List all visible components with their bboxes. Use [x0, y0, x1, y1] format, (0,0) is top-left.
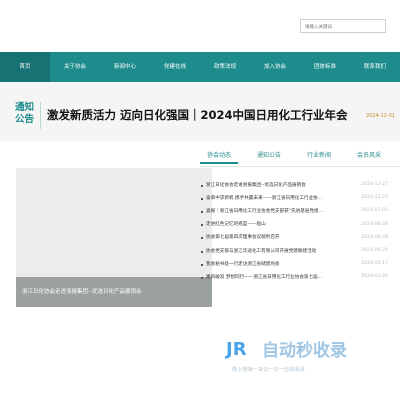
search-input[interactable] — [300, 19, 386, 33]
news-date: 2024-12-23 — [361, 195, 388, 201]
watermark-logo-icon: JR — [226, 339, 247, 360]
news-title[interactable]: 我会秘书处一行走访浙江省储建商会 — [200, 261, 360, 267]
notice-badge-line1: 通知 — [14, 102, 34, 113]
news-date: 2024-06-28 — [361, 234, 388, 240]
tab-association-news[interactable]: 协会动态 — [200, 150, 238, 164]
news-date: 2024-07-01 — [361, 208, 388, 214]
news-date: 2024-05-17 — [361, 261, 388, 267]
tabs-divider — [200, 166, 400, 167]
nav-item-contact[interactable]: 联系我们 — [350, 52, 400, 82]
list-item[interactable]: 乘风破浪 梦想同行——浙江省日用化工行业协会第七届... 2024-01-20 — [200, 270, 388, 283]
news-title[interactable]: 喜报｜浙江省日用化工行业协会党支部获“先进基层党组... — [200, 208, 360, 214]
list-item[interactable]: 奋革中求新机 携手共赢未来——浙江省日用化工行业协... 2024-12-23 — [200, 191, 388, 204]
nav-item-party-building[interactable]: 党建在线 — [150, 52, 200, 82]
news-date: 2024-06-21 — [361, 248, 388, 254]
news-tabs: 协会动态 通知公告 行业新闻 会员风采 — [200, 150, 400, 164]
watermark-tagline: 做上链接一来访一次一自动收录 — [232, 367, 305, 373]
notice-date: 2024-12-01 — [365, 113, 395, 119]
list-item[interactable]: 协会第七届第四次理事会议顺利召开 2024-06-28 — [200, 231, 388, 244]
news-date: 2024-06-28 — [361, 221, 388, 227]
nav-item-standards[interactable]: 团体标准 — [300, 52, 350, 82]
main-nav: 首页 关于协会 新闻中心 党建在线 政策法规 加入协会 团体标准 联系我们 — [0, 52, 400, 82]
tab-member-showcase[interactable]: 会员风采 — [350, 150, 388, 164]
list-item[interactable]: 喜报｜浙江省日用化工行业协会党支部获“先进基层党组... 2024-07-01 — [200, 204, 388, 217]
nav-item-join[interactable]: 加入协会 — [250, 52, 300, 82]
news-list: 浙江日化协会走进浙报集团--优选日化产品展销会 2024-12-27 奋革中求新机… — [200, 178, 388, 284]
news-title[interactable]: 走进红色记忆的摇篮——船山 — [200, 221, 360, 227]
notice-badge: 通知 公告 — [13, 102, 36, 126]
photo-caption[interactable]: 浙江日化协会走进浙报集团--优选日化产品展销会 — [16, 277, 212, 307]
top-header — [0, 0, 400, 52]
tab-industry-news[interactable]: 行业新闻 — [300, 150, 338, 164]
news-title[interactable]: 奋革中求新机 携手共赢未来——浙江省日用化工行业协... — [200, 195, 360, 201]
list-item[interactable]: 我会秘书处一行走访浙江省储建商会 2024-05-17 — [200, 257, 388, 270]
notice-divider — [40, 102, 41, 129]
notice-headline[interactable]: 激发新质活力 迈向日化强国｜2024中国日用化工行业年会 — [47, 107, 348, 123]
news-title[interactable]: 乘风破浪 梦想同行——浙江省日用化工行业协会第七届... — [200, 274, 360, 280]
nav-item-home[interactable]: 首页 — [0, 52, 50, 82]
nav-item-about[interactable]: 关于协会 — [50, 52, 100, 82]
list-item[interactable]: 协会党支部与浙江华迪化工有限公司开展党建联建活动 2024-06-21 — [200, 244, 388, 257]
news-title[interactable]: 协会党支部与浙江华迪化工有限公司开展党建联建活动 — [200, 248, 360, 254]
watermark-title: 自动秒收录 — [262, 341, 347, 361]
list-item[interactable]: 浙江日化协会走进浙报集团--优选日化产品展销会 2024-12-27 — [200, 178, 388, 191]
news-date: 2024-01-20 — [361, 274, 388, 280]
news-title[interactable]: 协会第七届第四次理事会议顺利召开 — [200, 234, 360, 240]
nav-item-policies[interactable]: 政策法规 — [200, 52, 250, 82]
list-item[interactable]: 走进红色记忆的摇篮——船山 2024-06-28 — [200, 218, 388, 231]
notice-badge-line2: 公告 — [14, 114, 34, 125]
news-title[interactable]: 浙江日化协会走进浙报集团--优选日化产品展销会 — [200, 182, 360, 188]
news-date: 2024-12-27 — [361, 182, 388, 188]
nav-item-news-center[interactable]: 新闻中心 — [100, 52, 150, 82]
tab-notices[interactable]: 通知公告 — [250, 150, 288, 164]
